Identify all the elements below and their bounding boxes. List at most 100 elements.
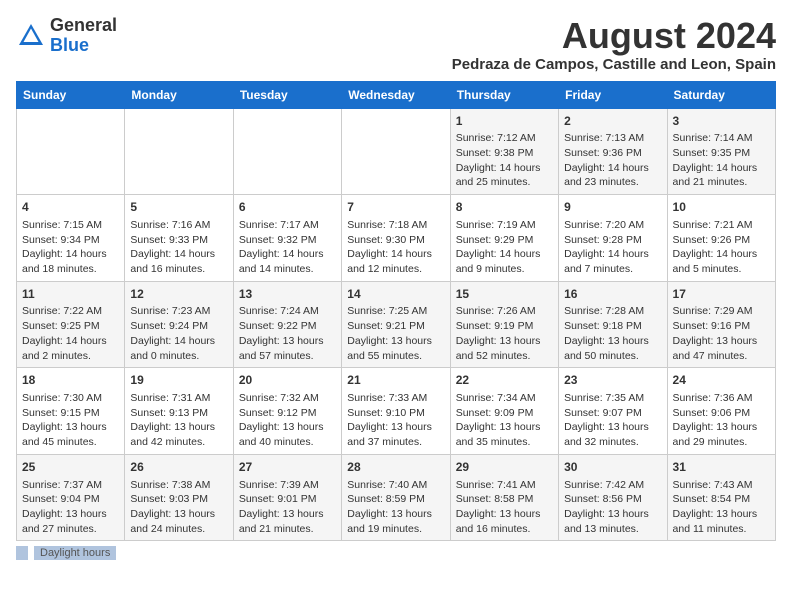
day-number: 12 [130,286,227,303]
daylight: Daylight: 13 hours and 52 minutes. [456,335,541,362]
daylight: Daylight: 13 hours and 40 minutes. [239,421,324,448]
sunset: Sunset: 9:06 PM [673,407,751,419]
daylight: Daylight: 14 hours and 9 minutes. [456,248,541,275]
sunrise: Sunrise: 7:43 AM [673,479,753,491]
calendar-cell: 23Sunrise: 7:35 AMSunset: 9:07 PMDayligh… [559,368,667,455]
day-number: 16 [564,286,661,303]
month-year: August 2024 [452,16,776,56]
sunset: Sunset: 9:29 PM [456,234,534,246]
daylight: Daylight: 13 hours and 19 minutes. [347,508,432,535]
daylight: Daylight: 13 hours and 37 minutes. [347,421,432,448]
daylight: Daylight: 13 hours and 55 minutes. [347,335,432,362]
daylight: Daylight: 14 hours and 25 minutes. [456,162,541,189]
calendar-day-header: Sunday [17,81,125,108]
sunrise: Sunrise: 7:14 AM [673,132,753,144]
sunrise: Sunrise: 7:28 AM [564,305,644,317]
daylight: Daylight: 13 hours and 47 minutes. [673,335,758,362]
calendar-week-row: 11Sunrise: 7:22 AMSunset: 9:25 PMDayligh… [17,281,776,368]
logo: General Blue [16,16,117,56]
calendar-cell [17,108,125,195]
calendar-cell: 5Sunrise: 7:16 AMSunset: 9:33 PMDaylight… [125,195,233,282]
calendar-day-header: Saturday [667,81,775,108]
page-header: General Blue August 2024 Pedraza de Camp… [16,16,776,73]
sunrise: Sunrise: 7:26 AM [456,305,536,317]
daylight: Daylight: 13 hours and 13 minutes. [564,508,649,535]
calendar-cell: 19Sunrise: 7:31 AMSunset: 9:13 PMDayligh… [125,368,233,455]
sunset: Sunset: 8:56 PM [564,493,642,505]
sunrise: Sunrise: 7:25 AM [347,305,427,317]
daylight: Daylight: 13 hours and 50 minutes. [564,335,649,362]
sunset: Sunset: 9:12 PM [239,407,317,419]
calendar-header-row: SundayMondayTuesdayWednesdayThursdayFrid… [17,81,776,108]
sunset: Sunset: 9:09 PM [456,407,534,419]
calendar-table: SundayMondayTuesdayWednesdayThursdayFrid… [16,81,776,542]
sunset: Sunset: 9:01 PM [239,493,317,505]
sunset: Sunset: 9:18 PM [564,320,642,332]
sunrise: Sunrise: 7:34 AM [456,392,536,404]
calendar-cell: 16 Sunrise: 7:28 AM Sunset: 9:18 PM Dayligh… [559,281,667,368]
day-number: 30 [564,459,661,476]
daylight: Daylight: 13 hours and 21 minutes. [239,508,324,535]
sunset: Sunset: 9:30 PM [347,234,425,246]
sunrise: Sunrise: 7:40 AM [347,479,427,491]
sunrise: Sunrise: 7:41 AM [456,479,536,491]
sunrise: Sunrise: 7:18 AM [347,219,427,231]
title-area: August 2024 Pedraza de Campos, Castille … [452,16,776,73]
calendar-day-header: Wednesday [342,81,450,108]
day-number: 3 [673,113,770,130]
calendar-cell: 26Sunrise: 7:38 AMSunset: 9:03 PMDayligh… [125,454,233,541]
day-number: 29 [456,459,553,476]
calendar-cell: 14Sunrise: 7:25 AMSunset: 9:21 PMDayligh… [342,281,450,368]
calendar-day-header: Monday [125,81,233,108]
day-number: 27 [239,459,336,476]
calendar-cell: 4Sunrise: 7:15 AMSunset: 9:34 PMDaylight… [17,195,125,282]
calendar-cell: 30 Sunrise: 7:42 AM Sunset: 8:56 PM Dayligh… [559,454,667,541]
day-number: 5 [130,199,227,216]
sunrise: Sunrise: 7:24 AM [239,305,319,317]
sunset: Sunset: 9:24 PM [130,320,208,332]
sunrise: Sunrise: 7:22 AM [22,305,102,317]
sunset: Sunset: 8:59 PM [347,493,425,505]
day-number: 13 [239,286,336,303]
calendar-cell: 20Sunrise: 7:32 AMSunset: 9:12 PMDayligh… [233,368,341,455]
sunset: Sunset: 9:15 PM [22,407,100,419]
day-number: 4 [22,199,119,216]
footer-note: Daylight hours [16,547,776,559]
calendar-day-header: Thursday [450,81,558,108]
sunrise: Sunrise: 7:33 AM [347,392,427,404]
calendar-week-row: 25Sunrise: 7:37 AMSunset: 9:04 PMDayligh… [17,454,776,541]
day-number: 20 [239,372,336,389]
daylight-swatch [16,546,28,560]
sunrise: Sunrise: 7:17 AM [239,219,319,231]
day-number: 8 [456,199,553,216]
day-number: 25 [22,459,119,476]
daylight: Daylight: 14 hours and 23 minutes. [564,162,649,189]
daylight: Daylight: 14 hours and 5 minutes. [673,248,758,275]
calendar-cell: 11Sunrise: 7:22 AMSunset: 9:25 PMDayligh… [17,281,125,368]
day-number: 31 [673,459,770,476]
daylight-label: Daylight hours [34,546,116,560]
day-number: 17 [673,286,770,303]
sunset: Sunset: 8:54 PM [673,493,751,505]
daylight: Daylight: 14 hours and 14 minutes. [239,248,324,275]
sunset: Sunset: 9:33 PM [130,234,208,246]
daylight: Daylight: 13 hours and 57 minutes. [239,335,324,362]
sunrise: Sunrise: 7:42 AM [564,479,644,491]
sunset: Sunset: 9:32 PM [239,234,317,246]
calendar-week-row: 1Sunrise: 7:12 AMSunset: 9:38 PMDaylight… [17,108,776,195]
calendar-cell [125,108,233,195]
day-number: 10 [673,199,770,216]
day-number: 15 [456,286,553,303]
sunrise: Sunrise: 7:19 AM [456,219,536,231]
day-number: 18 [22,372,119,389]
day-number: 28 [347,459,444,476]
daylight: Daylight: 13 hours and 45 minutes. [22,421,107,448]
sunset: Sunset: 9:04 PM [22,493,100,505]
daylight: Daylight: 13 hours and 16 minutes. [456,508,541,535]
day-number: 14 [347,286,444,303]
day-number: 11 [22,286,119,303]
calendar-cell: 28 Sunrise: 7:40 AM Sunset: 8:59 PM Dayligh… [342,454,450,541]
sunset: Sunset: 8:58 PM [456,493,534,505]
calendar-cell: 13Sunrise: 7:24 AMSunset: 9:22 PMDayligh… [233,281,341,368]
day-number: 9 [564,199,661,216]
